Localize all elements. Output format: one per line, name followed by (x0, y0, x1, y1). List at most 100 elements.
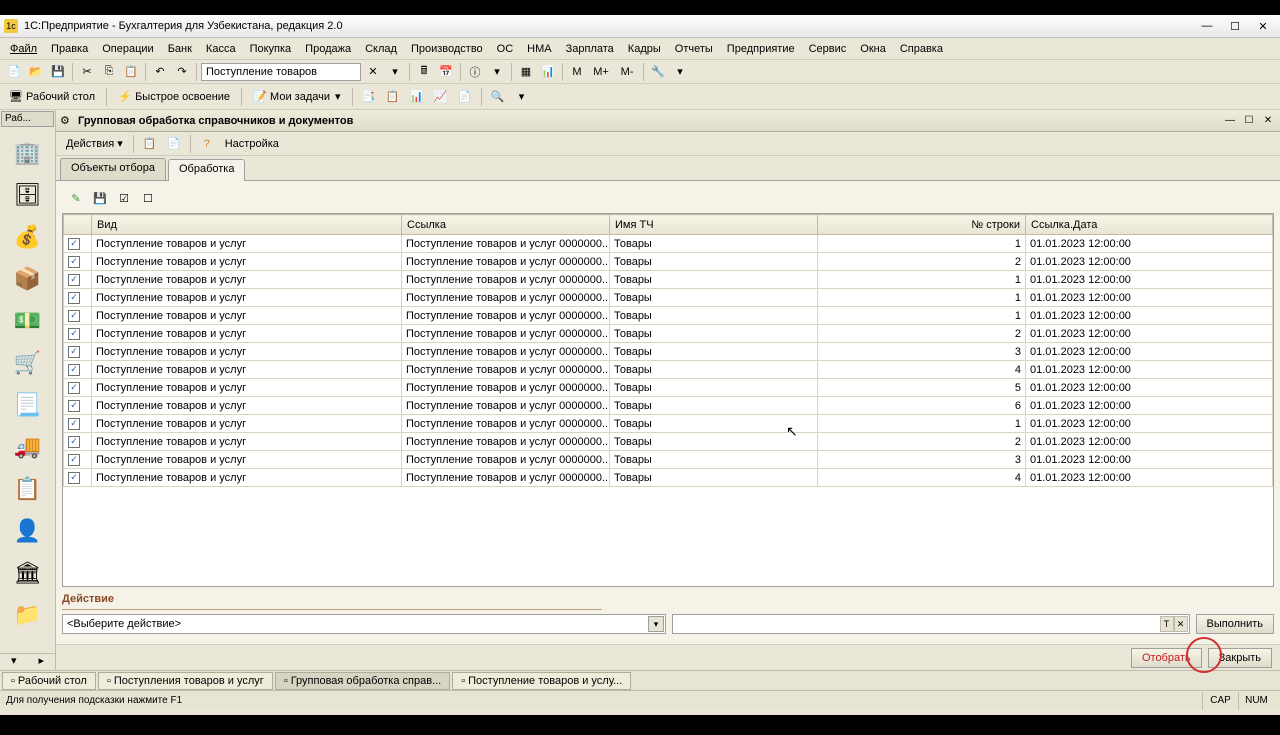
action-select[interactable]: <Выберите действие> ▾ (62, 614, 666, 634)
action-icon-1[interactable]: 📋 (140, 134, 160, 154)
nav-dd-icon[interactable]: ▾ (512, 87, 532, 107)
side-cart-icon[interactable]: 🛒 (11, 346, 45, 380)
undo-icon[interactable]: ↶ (150, 62, 170, 82)
menu-item-9[interactable]: ОС (491, 41, 520, 57)
check-all-icon[interactable]: ☑ (114, 188, 134, 208)
row-checkbox[interactable]: ✓ (68, 238, 80, 250)
nav-icon-3[interactable]: 📊 (407, 87, 427, 107)
table-row[interactable]: ✓Поступление товаров и услугПоступление … (64, 415, 1273, 433)
table-row[interactable]: ✓Поступление товаров и услугПоступление … (64, 289, 1273, 307)
actions-dropdown[interactable]: Действия▾ (62, 134, 127, 154)
side-cash-icon[interactable]: 💵 (11, 304, 45, 338)
row-checkbox[interactable]: ✓ (68, 418, 80, 430)
tab-processing[interactable]: Обработка (168, 159, 245, 181)
row-checkbox[interactable]: ✓ (68, 274, 80, 286)
table-row[interactable]: ✓Поступление товаров и услугПоступление … (64, 325, 1273, 343)
side-truck-icon[interactable]: 🚚 (11, 430, 45, 464)
side-box-icon[interactable]: 📦 (11, 262, 45, 296)
col-link[interactable]: Ссылка (402, 215, 610, 235)
side-folder-icon[interactable]: 📁 (11, 598, 45, 632)
menu-item-5[interactable]: Покупка (244, 41, 298, 57)
table-row[interactable]: ✓Поступление товаров и услугПоступление … (64, 271, 1273, 289)
table-row[interactable]: ✓Поступление товаров и услугПоступление … (64, 307, 1273, 325)
menu-item-2[interactable]: Операции (96, 41, 159, 57)
calendar-icon[interactable]: 📅 (436, 62, 456, 82)
open-icon[interactable]: 📂 (26, 62, 46, 82)
menu-item-8[interactable]: Производство (405, 41, 489, 57)
side-safe-icon[interactable]: 🗄 (11, 178, 45, 212)
row-checkbox[interactable]: ✓ (68, 454, 80, 466)
table-row[interactable]: ✓Поступление товаров и услугПоступление … (64, 253, 1273, 271)
menu-item-14[interactable]: Предприятие (721, 41, 801, 57)
menu-item-1[interactable]: Правка (45, 41, 94, 57)
copy-icon[interactable]: ⎘ (99, 62, 119, 82)
desktop-nav[interactable]: 🖥Рабочий стол (4, 87, 100, 107)
doc-maximize[interactable]: ☐ (1241, 114, 1257, 128)
side-report-icon[interactable]: 📋 (11, 472, 45, 506)
col-vid[interactable]: Вид (92, 215, 402, 235)
taskbar-item-3[interactable]: ▫Поступление товаров и услу... (452, 672, 631, 690)
cut-icon[interactable]: ✂ (77, 62, 97, 82)
quick-nav[interactable]: ⚡Быстрое освоение (113, 87, 235, 107)
save-icon[interactable]: 💾 (48, 62, 68, 82)
tab-filter-objects[interactable]: Объекты отбора (60, 158, 166, 180)
row-checkbox[interactable]: ✓ (68, 400, 80, 412)
taskbar-item-0[interactable]: ▫Рабочий стол (2, 672, 96, 690)
table-row[interactable]: ✓Поступление товаров и услугПоступление … (64, 433, 1273, 451)
minimize-button[interactable]: — (1194, 17, 1220, 35)
row-checkbox[interactable]: ✓ (68, 346, 80, 358)
menu-item-15[interactable]: Сервис (803, 41, 853, 57)
dd2-icon[interactable]: ▾ (487, 62, 507, 82)
wrench-icon[interactable]: 🔧 (648, 62, 668, 82)
input-type-icon[interactable]: T (1160, 616, 1174, 632)
side-doc-icon[interactable]: 📃 (11, 388, 45, 422)
data-table[interactable]: Вид Ссылка Имя ТЧ № строки Ссылка.Дата ✓… (62, 213, 1274, 587)
grid-icon[interactable]: ▦ (516, 62, 536, 82)
m-plus-button[interactable]: М+ (589, 62, 613, 82)
chevron-down-icon[interactable]: ▾ (648, 616, 664, 632)
table-row[interactable]: ✓Поступление товаров и услугПоступление … (64, 451, 1273, 469)
taskbar-item-1[interactable]: ▫Поступления товаров и услуг (98, 672, 273, 690)
side-arrow-right[interactable]: ▸ (28, 654, 56, 670)
row-checkbox[interactable]: ✓ (68, 364, 80, 376)
analysis-icon[interactable]: 📊 (538, 62, 558, 82)
help-icon[interactable]: ? (197, 134, 217, 154)
table-row[interactable]: ✓Поступление товаров и услугПоступление … (64, 235, 1273, 253)
col-check[interactable] (64, 215, 92, 235)
info-icon[interactable]: ⓘ (465, 62, 485, 82)
menu-item-6[interactable]: Продажа (299, 41, 357, 57)
table-row[interactable]: ✓Поступление товаров и услугПоступление … (64, 361, 1273, 379)
nav-icon-6[interactable]: 🔍 (488, 87, 508, 107)
m-minus-button[interactable]: М- (615, 62, 639, 82)
row-checkbox[interactable]: ✓ (68, 292, 80, 304)
menu-item-7[interactable]: Склад (359, 41, 403, 57)
side-building2-icon[interactable]: 🏛 (11, 556, 45, 590)
menu-item-3[interactable]: Банк (162, 41, 198, 57)
row-checkbox[interactable]: ✓ (68, 310, 80, 322)
nav-icon-1[interactable]: 📑 (359, 87, 379, 107)
maximize-button[interactable]: ☐ (1222, 17, 1248, 35)
row-checkbox[interactable]: ✓ (68, 256, 80, 268)
execute-button[interactable]: Выполнить (1196, 614, 1274, 634)
nav-icon-5[interactable]: 📄 (455, 87, 475, 107)
close-button[interactable]: ✕ (1250, 17, 1276, 35)
new-icon[interactable]: 📄 (4, 62, 24, 82)
side-money-icon[interactable]: 💰 (11, 220, 45, 254)
side-building-icon[interactable]: 🏢 (11, 136, 45, 170)
row-checkbox[interactable]: ✓ (68, 328, 80, 340)
side-arrow-down[interactable]: ▾ (0, 654, 28, 670)
nav-icon-4[interactable]: 📈 (431, 87, 451, 107)
action-value-input[interactable]: T ✕ (672, 614, 1190, 634)
menu-item-0[interactable]: Файл (4, 41, 43, 57)
sidebar-tab[interactable]: Раб... (1, 111, 54, 127)
close-doc-button[interactable]: Закрыть (1208, 648, 1272, 668)
paste-icon[interactable]: 📋 (121, 62, 141, 82)
col-n[interactable]: № строки (818, 215, 1026, 235)
dropdown-icon[interactable]: ▾ (385, 62, 405, 82)
table-row[interactable]: ✓Поступление товаров и услугПоступление … (64, 397, 1273, 415)
menu-item-12[interactable]: Кадры (622, 41, 667, 57)
menu-item-4[interactable]: Касса (200, 41, 242, 57)
col-tch[interactable]: Имя ТЧ (610, 215, 818, 235)
row-checkbox[interactable]: ✓ (68, 472, 80, 484)
table-row[interactable]: ✓Поступление товаров и услугПоступление … (64, 379, 1273, 397)
